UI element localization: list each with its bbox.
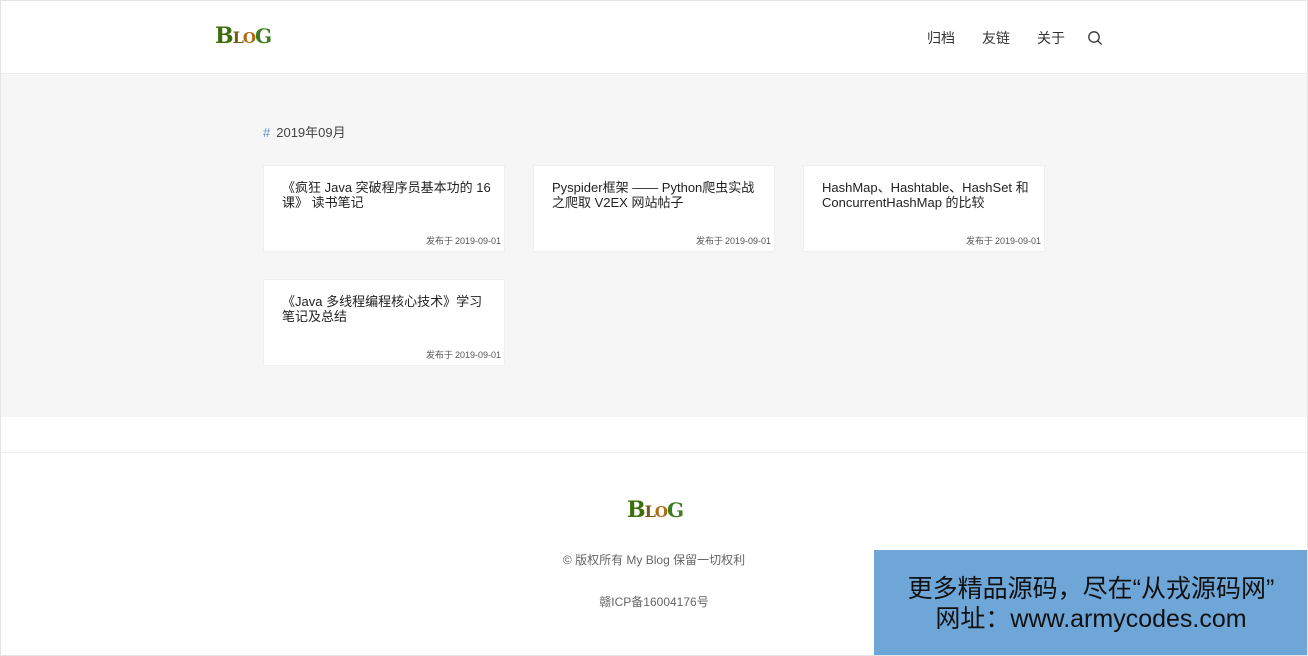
site-header: BLOG 归档 友链 关于: [1, 1, 1307, 74]
archive-month-heading: #2019年09月: [263, 122, 346, 141]
post-date-prefix: 发布于: [695, 236, 723, 246]
logo-letter-l: L: [644, 502, 656, 521]
post-date-prefix: 发布于: [425, 350, 453, 360]
post-card[interactable]: HashMap、Hashtable、HashSet 和 ConcurrentHa…: [803, 165, 1045, 252]
post-date: 发布于 2019-09-01: [426, 348, 501, 361]
logo-letter-b: B: [215, 23, 234, 49]
promo-banner-line1: 更多精品源码，尽在“从戎源码网”: [907, 574, 1275, 603]
logo-letter-g: G: [254, 24, 272, 48]
post-date-value: 2019-09-01: [454, 350, 501, 360]
page-frame: BLOG 归档 友链 关于 #2019年09月 《疯狂 Java 突破程序员基本…: [0, 0, 1308, 656]
logo-letter-o: O: [242, 29, 256, 47]
promo-banner: 更多精品源码，尽在“从戎源码网” 网址：www.armycodes.com: [874, 550, 1307, 655]
logo-letter-g: G: [666, 498, 684, 522]
promo-banner-line2: 网址：www.armycodes.com: [935, 604, 1247, 633]
post-date-prefix: 发布于: [965, 236, 993, 246]
post-date: 发布于 2019-09-01: [426, 234, 501, 247]
post-title[interactable]: 《疯狂 Java 突破程序员基本功的 16 课》 读书笔记: [282, 180, 494, 210]
post-date-value: 2019-09-01: [994, 236, 1041, 246]
footer-logo: BLOG: [627, 497, 684, 523]
main-nav: 归档 友链 关于: [900, 28, 1103, 48]
logo-letter-b: B: [627, 497, 646, 523]
nav-item-about[interactable]: 关于: [1037, 28, 1065, 48]
hash-icon: #: [263, 125, 271, 140]
logo-letter-o: O: [654, 503, 668, 521]
nav-item-links[interactable]: 友链: [982, 28, 1010, 48]
post-card[interactable]: Pyspider框架 —— Python爬虫实战之爬取 V2EX 网站帖子 发布…: [533, 165, 775, 252]
archive-month-label: 2019年09月: [276, 125, 346, 140]
nav-item-archive[interactable]: 归档: [927, 28, 955, 48]
search-icon[interactable]: [1087, 30, 1103, 46]
post-title[interactable]: HashMap、Hashtable、HashSet 和 ConcurrentHa…: [822, 180, 1034, 210]
post-date-value: 2019-09-01: [454, 236, 501, 246]
post-title[interactable]: 《Java 多线程编程核心技术》学习笔记及总结: [282, 294, 494, 324]
post-title[interactable]: Pyspider框架 —— Python爬虫实战之爬取 V2EX 网站帖子: [552, 180, 764, 210]
post-card[interactable]: 《疯狂 Java 突破程序员基本功的 16 课》 读书笔记 发布于 2019-09…: [263, 165, 505, 252]
archive-section: #2019年09月 《疯狂 Java 突破程序员基本功的 16 课》 读书笔记 …: [1, 75, 1307, 417]
logo-letter-l: L: [232, 28, 244, 47]
footer-divider: [1, 417, 1307, 453]
site-logo[interactable]: BLOG: [215, 23, 272, 49]
post-date-value: 2019-09-01: [724, 236, 771, 246]
post-date-prefix: 发布于: [425, 236, 453, 246]
post-date: 发布于 2019-09-01: [696, 234, 771, 247]
post-date: 发布于 2019-09-01: [966, 234, 1041, 247]
post-card[interactable]: 《Java 多线程编程核心技术》学习笔记及总结 发布于 2019-09-01: [263, 279, 505, 366]
